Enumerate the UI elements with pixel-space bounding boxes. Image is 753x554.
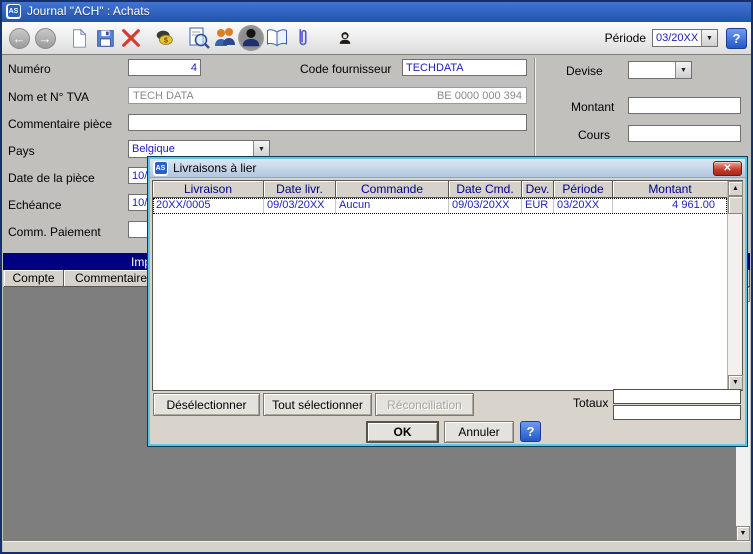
dialog-close-icon[interactable]: ✕	[713, 161, 742, 176]
col-date-livr[interactable]: Date livr.	[264, 181, 336, 198]
pays-label: Pays	[8, 144, 35, 158]
print-preview-icon[interactable]	[186, 25, 212, 51]
code-fournisseur-input[interactable]	[402, 59, 527, 76]
app-logo-icon: AS	[6, 4, 21, 19]
cell-commande: Aucun	[336, 198, 449, 214]
periode-combo[interactable]: 03/20XX ▼	[652, 29, 718, 47]
numero-label: Numéro	[8, 62, 51, 76]
col-livraison[interactable]: Livraison	[153, 181, 264, 198]
col-dev[interactable]: Dev.	[522, 181, 554, 198]
chevron-down-icon[interactable]: ▼	[253, 141, 269, 157]
contact-person-icon[interactable]	[332, 25, 358, 51]
commentaire-piece-label: Commentaire pièce	[8, 117, 112, 131]
pays-combo[interactable]: Belgique ▼	[128, 140, 270, 158]
montant-input[interactable]	[628, 97, 741, 114]
totaux-input-1[interactable]	[613, 389, 741, 404]
attachment-paperclip-icon[interactable]	[290, 25, 316, 51]
comm-paiement-label: Comm. Paiement	[8, 225, 101, 239]
scroll-down-icon[interactable]: ▼	[728, 375, 743, 390]
cours-label: Cours	[578, 128, 610, 142]
totaux-label: Totaux	[573, 396, 608, 410]
chevron-down-icon[interactable]: ▼	[675, 62, 691, 78]
main-window: AS Journal "ACH" : Achats ✕ ← → $	[0, 0, 753, 554]
scroll-up-icon[interactable]: ▲	[728, 181, 743, 196]
col-commande[interactable]: Commande	[336, 181, 449, 198]
save-icon[interactable]	[92, 25, 118, 51]
ok-button[interactable]: OK	[366, 421, 439, 443]
forward-icon[interactable]: →	[32, 25, 58, 51]
delete-icon[interactable]	[118, 25, 144, 51]
suppliers-icon[interactable]	[212, 25, 238, 51]
col-periode[interactable]: Période	[554, 181, 613, 198]
livraisons-dialog: AS Livraisons à lier ✕ Livraison Date li…	[148, 157, 747, 446]
help-icon[interactable]: ?	[726, 28, 747, 49]
chevron-down-icon[interactable]: ▼	[701, 30, 717, 46]
titlebar: AS Journal "ACH" : Achats	[0, 0, 753, 22]
pays-value: Belgique	[129, 141, 253, 157]
col-date-cmd[interactable]: Date Cmd.	[449, 181, 522, 198]
cell-montant: 4 961.00	[613, 198, 727, 214]
payment-coins-icon[interactable]: $	[152, 25, 178, 51]
deselect-button[interactable]: Désélectionner	[153, 393, 260, 416]
periode-label: Période	[605, 31, 646, 45]
window-title: Journal "ACH" : Achats	[27, 4, 150, 18]
dialog-titlebar: AS Livraisons à lier ✕	[150, 159, 745, 178]
periode-value: 03/20XX	[653, 30, 701, 46]
app-logo-icon: AS	[153, 161, 168, 176]
cell-date-cmd: 09/03/20XX	[449, 198, 522, 214]
reconciliation-button: Réconciliation	[375, 393, 474, 416]
svg-text:$: $	[164, 36, 168, 45]
toolbar: ← → $	[0, 22, 753, 55]
back-icon[interactable]: ←	[6, 25, 32, 51]
table-row[interactable]: 20XX/0005 09/03/20XX Aucun 09/03/20XX EU…	[153, 198, 727, 214]
compte-column-header[interactable]: Compte	[4, 270, 64, 287]
book-icon[interactable]	[264, 25, 290, 51]
devise-value	[629, 62, 675, 78]
cell-dev: EUR	[522, 198, 554, 214]
echeance-label: Echéance	[8, 198, 61, 212]
devise-combo[interactable]: ▼	[628, 61, 692, 79]
numero-input[interactable]	[128, 59, 201, 76]
nom-value: TECH DATA	[133, 90, 194, 102]
livraisons-list: Livraison Date livr. Commande Date Cmd. …	[152, 180, 743, 391]
nom-tva-field: TECH DATA BE 0000 000 394	[128, 87, 527, 104]
new-document-icon[interactable]	[66, 25, 92, 51]
status-bar	[3, 541, 750, 552]
cancel-button[interactable]: Annuler	[444, 421, 514, 443]
commentaire-column-header[interactable]: Commentaire	[64, 270, 159, 287]
scroll-down-icon[interactable]: ▼	[736, 526, 750, 541]
list-header-row: Livraison Date livr. Commande Date Cmd. …	[153, 181, 727, 198]
cell-date-livr: 09/03/20XX	[264, 198, 336, 214]
nom-tva-label: Nom et N° TVA	[8, 90, 89, 104]
devise-label: Devise	[566, 64, 603, 78]
date-piece-label: Date de la pièce	[8, 171, 95, 185]
col-montant[interactable]: Montant	[613, 181, 727, 198]
cell-livraison: 20XX/0005	[153, 198, 264, 214]
list-vertical-scrollbar[interactable]: ▲ ▼	[727, 181, 742, 390]
tva-value: BE 0000 000 394	[437, 90, 522, 102]
code-fournisseur-label: Code fournisseur	[300, 62, 391, 76]
cours-input[interactable]	[628, 125, 741, 142]
commentaire-piece-input[interactable]	[128, 114, 527, 131]
select-all-button[interactable]: Tout sélectionner	[263, 393, 372, 416]
dialog-help-icon[interactable]: ?	[520, 421, 541, 442]
scrollbar-thumb[interactable]	[728, 196, 743, 214]
supplier-icon[interactable]	[238, 25, 264, 51]
cell-periode: 03/20XX	[554, 198, 613, 214]
montant-label: Montant	[571, 100, 614, 114]
totaux-input-2[interactable]	[613, 405, 741, 420]
dialog-title: Livraisons à lier	[173, 161, 708, 175]
